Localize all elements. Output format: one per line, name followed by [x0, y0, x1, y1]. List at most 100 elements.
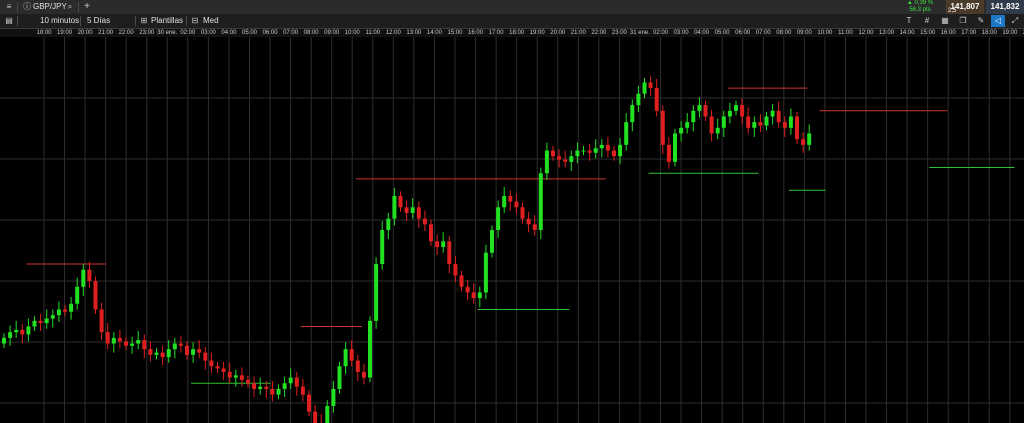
candle-body	[300, 386, 305, 395]
candle-body	[380, 230, 385, 265]
candle-body	[38, 320, 43, 324]
candle-body	[288, 377, 293, 384]
text-tool-icon[interactable]: T	[902, 15, 916, 27]
candle-body	[526, 218, 531, 225]
range-select[interactable]: 5 Días	[87, 14, 110, 28]
time-axis: 18:00 19:00 20:00 21:00 22:00 23:00 30 ene. 02:…	[0, 29, 1024, 37]
templates-button[interactable]: Plantillas	[151, 14, 183, 28]
candle-body	[87, 269, 92, 282]
candle-body	[544, 150, 549, 174]
time-axis-label: 21:00	[98, 30, 114, 36]
candle-body	[721, 116, 726, 128]
candle-body	[154, 352, 159, 355]
time-axis-label: 17:00	[488, 30, 504, 36]
candle-body	[307, 394, 311, 412]
candle-body	[599, 144, 604, 149]
time-axis-label: 12:00	[385, 30, 401, 36]
price-chart[interactable]	[0, 37, 1024, 423]
candle-body	[483, 252, 488, 293]
candle-body	[575, 150, 580, 157]
templates-icon[interactable]: ⊞	[137, 15, 151, 27]
plus-icon[interactable]: +	[80, 1, 94, 13]
time-axis-label: 05:00	[714, 30, 730, 36]
candle-body	[660, 110, 665, 145]
candle-body	[715, 127, 720, 134]
time-axis-label: 15:00	[920, 30, 936, 36]
candle-body	[520, 207, 525, 219]
candle-body	[160, 352, 165, 358]
time-axis-label: 16:00	[940, 30, 956, 36]
candlesticks	[2, 75, 812, 423]
candle-body	[508, 195, 513, 202]
candle-body	[239, 375, 244, 380]
candle-body	[270, 388, 275, 395]
candle-body	[776, 110, 781, 123]
candle-body	[8, 332, 13, 338]
candle-body	[325, 405, 330, 423]
candle-body	[801, 139, 806, 145]
search-icon[interactable]: ⌕	[63, 1, 77, 13]
candle-body	[50, 315, 55, 319]
layout-icon[interactable]: ▦	[938, 15, 952, 27]
candle-body	[429, 224, 433, 242]
candle-body	[398, 195, 403, 208]
candle-body	[197, 349, 202, 353]
candle-body	[404, 207, 409, 213]
candle-body	[636, 93, 641, 106]
candle-body	[605, 144, 610, 151]
candle-body	[618, 144, 623, 157]
candle-body	[276, 388, 281, 395]
candle-body	[136, 340, 141, 344]
candle-body	[386, 218, 391, 230]
change-percent: ▲ 0,39 %	[906, 0, 934, 6]
candle-body	[447, 241, 452, 265]
candle-body	[453, 264, 458, 276]
draw-tool-icon[interactable]: ✎	[974, 15, 988, 27]
time-axis-label: 11:00	[365, 30, 381, 36]
interval-select[interactable]: 10 minutos	[40, 14, 79, 28]
candle-body	[624, 122, 629, 145]
candle-body	[734, 105, 738, 111]
fullscreen-icon[interactable]: ⤢	[1008, 15, 1022, 27]
candle-body	[685, 122, 690, 128]
cursor-tool-icon[interactable]: ◁	[991, 15, 1005, 27]
candle-body	[691, 110, 696, 123]
ask-price-button[interactable]: 141,832	[986, 0, 1024, 14]
candle-body	[758, 122, 763, 126]
candle-body	[697, 105, 702, 111]
candle-body	[703, 105, 708, 117]
time-axis-label: 06:00	[735, 30, 751, 36]
candle-body	[172, 343, 177, 350]
time-axis-label: 05:00	[241, 30, 258, 36]
time-axis-label: 18:00	[509, 30, 525, 36]
candle-body	[227, 371, 232, 378]
time-axis-label: 19:00	[529, 30, 545, 36]
candle-body	[233, 375, 238, 378]
med-button[interactable]: Med	[203, 14, 219, 28]
candle-body	[81, 269, 86, 287]
time-axis-label: 15:00	[447, 30, 463, 36]
grid-icon[interactable]: #	[920, 15, 934, 27]
hamburger-icon[interactable]: ≡	[2, 1, 16, 13]
instrument-topbar: ≡ ⓘ GBP/JPY ⌕ + ▲ 0,39 % 56,3 pts 141,80…	[0, 0, 1024, 15]
time-axis-label: 12:00	[858, 30, 874, 36]
time-axis-label: 02:00	[180, 30, 196, 36]
candle-body	[69, 303, 74, 312]
candle-body	[746, 116, 751, 128]
indicator-icon[interactable]: ⊟	[188, 15, 202, 27]
divider	[186, 16, 187, 26]
time-axis-label: 18:00	[981, 30, 997, 36]
candle-body	[587, 150, 592, 153]
candle-body	[795, 116, 799, 140]
copy-icon[interactable]: ❐	[956, 15, 970, 27]
time-axis-label: 04:00	[221, 30, 237, 36]
time-axis-label: 10:00	[344, 30, 360, 36]
instrument-name[interactable]: GBP/JPY	[33, 0, 67, 14]
candle-body	[459, 275, 464, 287]
candle-body	[313, 411, 318, 423]
time-axis-label: 17:00	[961, 30, 977, 36]
info-icon[interactable]: ⓘ	[20, 1, 34, 13]
panel-icon[interactable]: ▤	[2, 15, 16, 27]
candle-body	[612, 150, 616, 157]
chart-toolbar: ▤ 10 minutos 5 Días ⊞ Plantillas ⊟ Med T…	[0, 14, 1024, 29]
